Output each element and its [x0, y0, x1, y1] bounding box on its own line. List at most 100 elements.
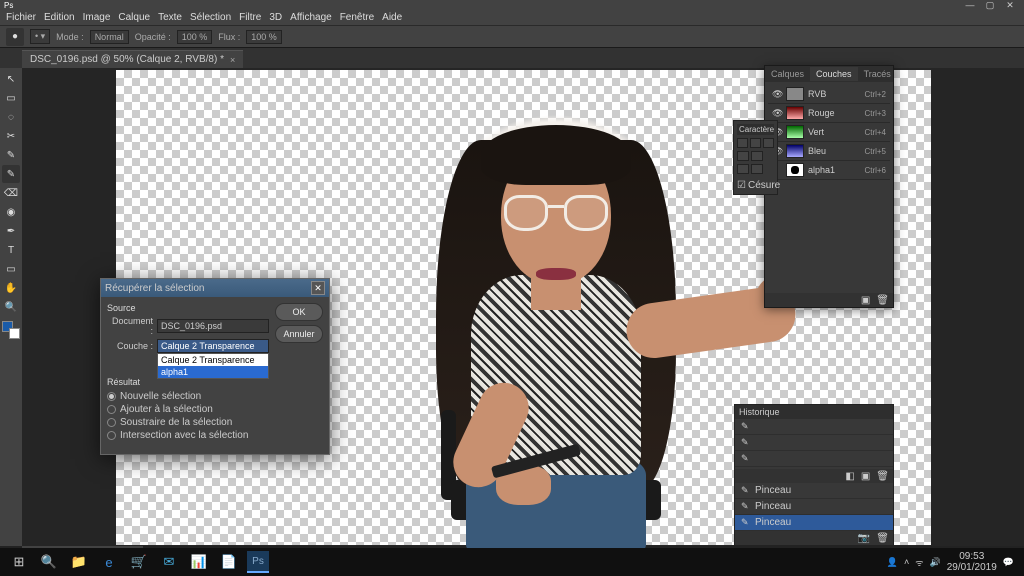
dialog-title-bar[interactable]: Récupérer la sélection ✕ — [101, 279, 329, 297]
character-panel: Caractère ☑Césure — [733, 120, 778, 195]
tray-up-icon[interactable]: ˄ — [904, 557, 909, 567]
result-option-add: Ajouter à la sélection — [107, 403, 269, 416]
shape-tool[interactable]: ▭ — [2, 260, 20, 278]
explorer-icon[interactable]: 📁 — [64, 548, 94, 576]
menu-filter[interactable]: Filtre — [239, 12, 261, 23]
visibility-icon[interactable]: 👁 — [772, 89, 782, 100]
mail-icon[interactable]: ✉ — [154, 548, 184, 576]
result-option-intersect: Intersection avec la sélection — [107, 429, 269, 442]
word-icon[interactable]: 📄 — [214, 548, 244, 576]
lasso-tool[interactable]: ◌ — [2, 108, 20, 126]
document-select[interactable]: DSC_0196.psd — [157, 319, 269, 333]
color-swatch[interactable] — [2, 321, 20, 339]
window-close-button[interactable]: ✕ — [1000, 0, 1020, 11]
notifications-icon[interactable]: 💬 — [1003, 557, 1014, 568]
opacity-label: Opacité : — [135, 32, 171, 42]
eyedropper-tool[interactable]: ✎ — [2, 146, 20, 164]
menu-text[interactable]: Texte — [158, 12, 182, 23]
tab-layers[interactable]: Calques — [765, 67, 810, 81]
taskbar-clock[interactable]: 09:53 29/01/2019 — [947, 551, 997, 573]
hand-tool[interactable]: ✋ — [2, 279, 20, 297]
window-minimize-button[interactable]: — — [960, 0, 980, 10]
brush-icon: ✎ — [741, 437, 751, 448]
document-tab-title: DSC_0196.psd @ 50% (Calque 2, RVB/8) * — [30, 54, 224, 65]
tab-channels[interactable]: Couches — [810, 67, 858, 81]
start-button[interactable]: ⊞ — [4, 548, 34, 576]
menu-image[interactable]: Image — [83, 12, 111, 23]
opacity-input[interactable]: 100 % — [177, 30, 213, 44]
history-step[interactable]: ✎ — [735, 451, 893, 467]
channel-alpha1[interactable]: alpha1Ctrl+6 — [768, 161, 890, 180]
history-step[interactable]: ✎ — [735, 435, 893, 451]
history-step[interactable]: ✎ — [735, 419, 893, 435]
image-subject — [396, 100, 716, 550]
gradient-tool[interactable]: ◉ — [2, 203, 20, 221]
channel-selected-value[interactable]: Calque 2 Transparence — [157, 339, 269, 353]
channel-blue[interactable]: 👁BleuCtrl+5 — [768, 142, 890, 161]
search-icon[interactable]: 🔍 — [34, 548, 64, 576]
photoshop-icon[interactable]: Ps — [247, 551, 269, 573]
history-step[interactable]: ✎Pinceau — [735, 515, 893, 531]
cancel-button[interactable]: Annuler — [275, 325, 323, 343]
menu-3d[interactable]: 3D — [269, 12, 282, 23]
edge-icon[interactable]: e — [94, 548, 124, 576]
tray-people-icon[interactable]: 👤 — [887, 557, 898, 568]
align-left-icon[interactable] — [737, 138, 748, 148]
new-channel-icon[interactable]: ▣ — [861, 295, 870, 306]
zoom-tool[interactable]: 🔍 — [2, 298, 20, 316]
excel-icon[interactable]: 📊 — [184, 548, 214, 576]
character-tab[interactable]: Caractère — [737, 124, 774, 135]
type-tool[interactable]: T — [2, 241, 20, 259]
channel-green[interactable]: 👁VertCtrl+4 — [768, 123, 890, 142]
pen-tool[interactable]: ✒ — [2, 222, 20, 240]
menu-edit[interactable]: Edition — [44, 12, 75, 23]
ok-button[interactable]: OK — [275, 303, 323, 321]
store-icon[interactable]: 🛒 — [124, 548, 154, 576]
delete-icon[interactable]: 🗑 — [876, 533, 889, 544]
menu-window[interactable]: Fenêtre — [340, 12, 374, 23]
menu-help[interactable]: Aide — [382, 12, 402, 23]
flow-label: Flux : — [218, 32, 240, 42]
snapshot-icon[interactable]: ◧ — [845, 471, 854, 482]
window-maximize-button[interactable]: ▢ — [980, 0, 1000, 11]
tray-wifi-icon[interactable]: ᯤ — [915, 556, 923, 569]
menu-file[interactable]: Fichier — [6, 12, 36, 23]
document-tab-close-icon[interactable]: × — [230, 55, 235, 65]
hyphenation-checkbox-label[interactable]: Césure — [748, 180, 780, 191]
channel-select[interactable]: Calque 2 Transparence Calque 2 Transpare… — [157, 339, 269, 353]
crop-tool[interactable]: ✂ — [2, 127, 20, 145]
marquee-tool[interactable]: ▭ — [2, 89, 20, 107]
result-option-new[interactable]: Nouvelle sélection — [107, 390, 269, 403]
document-tab[interactable]: DSC_0196.psd @ 50% (Calque 2, RVB/8) * × — [22, 50, 243, 68]
channel-option-0[interactable]: Calque 2 Transparence — [158, 354, 268, 366]
eraser-tool[interactable]: ⌫ — [2, 184, 20, 202]
align-center-icon[interactable] — [750, 138, 761, 148]
channel-red[interactable]: 👁RougeCtrl+3 — [768, 104, 890, 123]
menu-view[interactable]: Affichage — [290, 12, 332, 23]
history-tab[interactable]: Historique — [735, 405, 893, 419]
brush-size[interactable]: • ▾ — [30, 29, 50, 44]
mode-select[interactable]: Normal — [90, 30, 129, 44]
new-doc-icon[interactable]: ▣ — [861, 471, 870, 482]
channel-rgb[interactable]: 👁RVBCtrl+2 — [768, 85, 890, 104]
menu-layer[interactable]: Calque — [118, 12, 150, 23]
load-selection-dialog: Récupérer la sélection ✕ Source Document… — [100, 278, 330, 455]
channel-option-1[interactable]: alpha1 — [158, 366, 268, 378]
history-step[interactable]: ✎Pinceau — [735, 499, 893, 515]
tab-paths[interactable]: Tracés — [858, 67, 897, 81]
source-group-label: Source — [107, 303, 269, 313]
menu-select[interactable]: Sélection — [190, 12, 231, 23]
dialog-close-button[interactable]: ✕ — [311, 281, 325, 295]
move-tool[interactable]: ↖ — [2, 70, 20, 88]
delete-channel-icon[interactable]: 🗑 — [876, 295, 889, 306]
delete-state-icon[interactable]: 🗑 — [876, 471, 889, 482]
history-step[interactable]: ✎Pinceau — [735, 483, 893, 499]
flow-input[interactable]: 100 % — [246, 30, 282, 44]
channel-label: Couche : — [107, 341, 153, 351]
tray-volume-icon[interactable]: 🔊 — [930, 557, 941, 568]
align-right-icon[interactable] — [763, 138, 774, 148]
snapshot-icon[interactable]: 📷 — [858, 533, 870, 544]
brush-tool[interactable]: ✎ — [2, 165, 20, 183]
brush-preset-icon[interactable]: ● — [6, 28, 24, 46]
visibility-icon[interactable]: 👁 — [772, 108, 782, 119]
